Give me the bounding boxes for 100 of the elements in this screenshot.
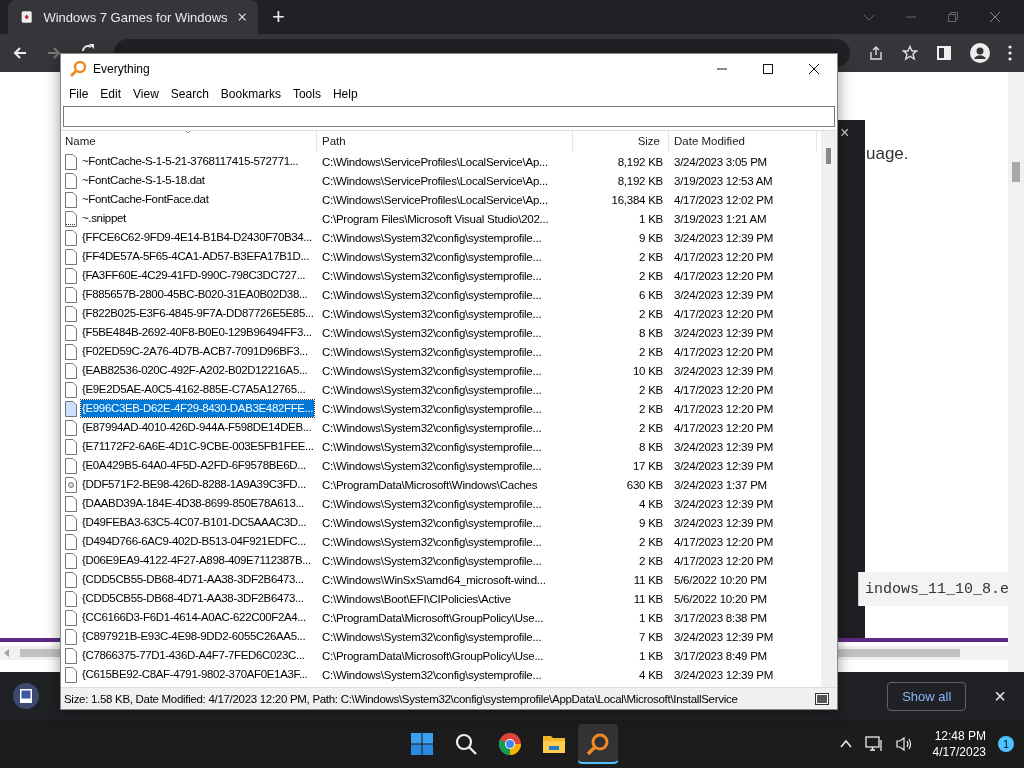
menu-item[interactable]: Tools	[286, 86, 327, 101]
profile-icon[interactable]	[970, 43, 990, 63]
network-icon[interactable]	[864, 736, 883, 752]
vertical-scrollbar[interactable]	[821, 131, 837, 687]
menu-item[interactable]: View	[127, 86, 165, 101]
status-text: Size: 1.58 KB, Date Modified: 4/17/2023 12:20 PM, Path: C:\Windows\System32\config\systemprofile\AppData\Local\Microsoft\InstallService	[64, 692, 738, 705]
file-size: 630 KB	[625, 478, 664, 491]
file-path: C:\Windows\ServiceProfiles\LocalService\Ap...	[321, 155, 549, 168]
dialog-close-button[interactable]: ×	[840, 124, 850, 142]
column-header[interactable]: Date Modified	[669, 131, 817, 152]
file-row[interactable]: ~FontCache-S-1-5-18.dat C:\Windows\ServiceProfiles\LocalService\Ap... 8,192 KB 3/19/2023 12:53 AM	[61, 171, 821, 190]
file-row[interactable]: {F822B025-E3F6-4845-9F7A-DD87726E5E85... C:\Windows\System32\config\systemprofile... 2 KB 4/17/2023 12:20 PM	[61, 304, 821, 323]
share-icon[interactable]	[868, 45, 884, 61]
file-row[interactable]: {EAB82536-020C-492F-A202-B02D12216A5... C:\Windows\System32\config\systemprofile... 10 KB 3/24/2023 12:39 PM	[61, 361, 821, 380]
file-icon	[65, 419, 77, 436]
back-icon[interactable]	[12, 45, 28, 61]
file-row[interactable]: {E9E2D5AE-A0C5-4162-885E-C7A5A12765... C:\Windows\System32\config\systemprofile... 2 KB 4/17/2023 12:20 PM	[61, 380, 821, 399]
date-modified: 4/17/2023 12:20 PM	[673, 345, 775, 358]
file-row[interactable]: {D06E9EA9-4122-4F27-A898-409E7112387B... C:\Windows\System32\config\systemprofile... 2 KB 4/17/2023 12:20 PM	[61, 551, 821, 570]
browser-tab[interactable]: Windows 7 Games for Windows	[8, 0, 258, 34]
close-button[interactable]: ×	[994, 684, 1006, 708]
file-icon	[65, 324, 77, 341]
settings-file-icon	[65, 476, 77, 493]
file-path: C:\Windows\System32\config\systemprofile...	[321, 554, 543, 567]
file-path: C:\Windows\System32\config\systemprofile...	[321, 269, 543, 282]
date-modified: 3/24/2023 12:39 PM	[673, 231, 775, 244]
volume-icon[interactable]	[894, 736, 913, 752]
restore-icon[interactable]	[947, 11, 959, 23]
file-row[interactable]: {E0A429B5-64A0-4F5D-A2FD-6F9578BE6D... C:\Windows\System32\config\systemprofile... 17 KB 3/24/2023 12:39 PM	[61, 456, 821, 475]
more-icon[interactable]	[1008, 45, 1012, 61]
file-row[interactable]: {D49FEBA3-63C5-4C07-B101-DC5AAAC3D... C:\Windows\System32\config\systemprofile... 9 KB 3/24/2023 12:39 PM	[61, 513, 821, 532]
file-row[interactable]: ~FontCache-S-1-5-21-3768117415-572771... C:\Windows\ServiceProfiles\LocalService\Ap... 8,192 KB 3/24/2023 3:05 PM	[61, 152, 821, 171]
menu-item[interactable]: Edit	[94, 86, 128, 101]
file-icon	[65, 191, 77, 208]
file-path: C:\Windows\ServiceProfiles\LocalService\Ap...	[321, 193, 549, 206]
file-row[interactable]: ~FontCache-FontFace.dat C:\Windows\ServiceProfiles\LocalService\Ap... 16,384 KB 4/17/2023 12:02 PM	[61, 190, 821, 209]
close-icon[interactable]	[808, 62, 820, 75]
star-icon[interactable]	[902, 45, 918, 61]
file-row[interactable]: {E71172F2-6A6E-4D1C-9CBE-003E5FB1FEE... C:\Windows\System32\config\systemprofile... 8 KB 3/24/2023 12:39 PM	[61, 437, 821, 456]
file-path: C:\Windows\System32\config\systemprofile...	[321, 421, 543, 434]
file-row[interactable]: {CDD5CB55-DB68-4D71-AA38-3DF2B6473... C:\Windows\Boot\EFI\CIPolicies\Active 11 KB 5/6/2022 10:20 PM	[61, 589, 821, 608]
new-tab-button[interactable]: +	[272, 4, 285, 30]
menu-item[interactable]: Bookmarks	[214, 86, 287, 101]
file-name: ~FontCache-FontFace.dat	[81, 192, 210, 207]
file-icon	[65, 248, 77, 265]
date-modified: 3/24/2023 3:05 PM	[673, 155, 768, 168]
file-row[interactable]: {C897921B-E93C-4E98-9DD2-6055C26AA5... C:\Windows\System32\config\systemprofile... 7 KB 3/24/2023 12:39 PM	[61, 627, 821, 646]
date-modified: 5/6/2022 10:20 PM	[673, 592, 768, 605]
file-row[interactable]: {FFCE6C62-9FD9-4E14-B1B4-D2430F70B34... C:\Windows\System32\config\systemprofile... 9 KB 3/24/2023 12:39 PM	[61, 228, 821, 247]
file-size: 2 KB	[638, 250, 664, 263]
file-name: ~.snippet	[81, 211, 127, 226]
preview-pane-icon[interactable]	[815, 692, 829, 705]
file-row[interactable]: {C7866375-77D1-436D-A4F7-7FED6C023C... C:\ProgramData\Microsoft\GroupPolicy\Use... 1 KB 3/17/2023 8:49 PM	[61, 646, 821, 665]
search-field[interactable]	[63, 106, 835, 127]
vertical-scrollbar[interactable]	[1008, 72, 1024, 672]
file-icon	[65, 438, 77, 455]
file-icon	[65, 381, 77, 398]
forward-icon[interactable]	[46, 45, 62, 61]
file-row[interactable]: {DDF571F2-BE98-426D-8288-1A9A39C3FD... C:\ProgramData\Microsoft\Windows\Caches 630 KB 3/24/2023 1:37 PM	[61, 475, 821, 494]
file-path: C:\Windows\System32\config\systemprofile...	[321, 402, 543, 415]
file-path: C:\Windows\System32\config\systemprofile...	[321, 383, 543, 396]
file-row[interactable]: {D494D766-6AC9-402D-B513-04F921EDFC... C:\Windows\System32\config\systemprofile... 2 KB 4/17/2023 12:20 PM	[61, 532, 821, 551]
column-header[interactable]: Size	[573, 131, 669, 152]
file-name: {E9E2D5AE-A0C5-4162-885E-C7A5A12765...	[81, 382, 307, 397]
column-header[interactable]: Path	[317, 131, 573, 152]
file-row[interactable]: {FF4DE57A-5F65-4CA1-AD57-B3EFA17B1D... C:\Windows\System32\config\systemprofile... 2 KB 4/17/2023 12:20 PM	[61, 247, 821, 266]
file-row[interactable]: {C615BE92-C8AF-4791-9802-370AF0E1A3F... C:\Windows\System32\config\systemprofile... 4 KB 3/24/2023 12:39 PM	[61, 665, 821, 684]
file-icon	[65, 362, 77, 379]
side-panel-icon[interactable]	[936, 45, 952, 61]
file-name: {FFCE6C62-9FD9-4E14-B1B4-D2430F70B34...	[81, 230, 313, 245]
file-path: C:\Windows\System32\config\systemprofile...	[321, 288, 543, 301]
file-row[interactable]: {F885657B-2800-45BC-B020-31EA0B02D38... C:\Windows\System32\config\systemprofile... 6 KB 3/24/2023 12:39 PM	[61, 285, 821, 304]
file-row[interactable]: {FA3FF60E-4C29-41FD-990C-798C3DC727... C:\Windows\System32\config\systemprofile... 2 KB 4/17/2023 12:20 PM	[61, 266, 821, 285]
file-row[interactable]: {E87994AD-4010-426D-944A-F598DE14DEB... C:\Windows\System32\config\systemprofile... 2 KB 4/17/2023 12:20 PM	[61, 418, 821, 437]
file-name: {F02ED59C-2A76-4D7B-ACB7-7091D96BF3...	[81, 344, 309, 359]
column-header[interactable]: Name	[61, 131, 317, 152]
file-path: C:\Windows\ServiceProfiles\LocalService\Ap...	[321, 174, 549, 187]
notification-badge[interactable]: 1	[998, 736, 1014, 752]
menu-item[interactable]: File	[63, 86, 95, 101]
date-modified: 4/17/2023 12:20 PM	[673, 554, 775, 567]
file-row[interactable]: {F5BE484B-2692-40F8-B0E0-129B96494FF3... C:\Windows\System32\config\systemprofile... 8 KB 3/24/2023 12:39 PM	[61, 323, 821, 342]
file-row[interactable]: ~.snippet C:\Program Files\Microsoft Visual Studio\202... 1 KB 3/19/2023 1:21 AM	[61, 209, 821, 228]
file-icon	[65, 514, 77, 531]
menu-item[interactable]: Search	[164, 86, 215, 101]
file-name: {E87994AD-4010-426D-944A-F598DE14DEB...	[81, 420, 313, 435]
horizontal-scrollbar[interactable]	[838, 646, 1008, 660]
archive-icon[interactable]	[12, 682, 40, 710]
file-row[interactable]: {CC6166D3-F6D1-4614-A0AC-622C00F2A4... C:\ProgramData\Microsoft\GroupPolicy\Use... 1 KB 3/17/2023 8:38 PM	[61, 608, 821, 627]
file-row[interactable]: {E996C3EB-D62E-4F29-8430-DAB3E482FFE... C:\Windows\System32\config\systemprofile... 2 KB 4/17/2023 12:20 PM	[61, 399, 821, 418]
show-all-button[interactable]: Show all	[887, 681, 967, 711]
file-row[interactable]: {F02ED59C-2A76-4D7B-ACB7-7091D96BF3... C:\Windows\System32\config\systemprofile... 2 KB 4/17/2023 12:20 PM	[61, 342, 821, 361]
clock[interactable]: 12:48 PM 4/17/2023	[932, 728, 986, 760]
taskbar-button[interactable]	[578, 724, 618, 764]
file-icon	[65, 533, 77, 550]
maximize-icon[interactable]	[762, 62, 774, 75]
file-row[interactable]: {CDD5CB55-DB68-4D71-AA38-3DF2B6473... C:\Windows\WinSxS\amd64_microsoft-wind... 11 KB 5/6/2022 10:20 PM	[61, 570, 821, 589]
date-modified: 3/24/2023 12:39 PM	[673, 326, 775, 339]
menu-item[interactable]: Help	[326, 86, 364, 101]
file-row[interactable]: {DAABD39A-184E-4D38-8699-850E78A613... C:\Windows\System32\config\systemprofile... 4 KB 3/24/2023 12:39 PM	[61, 494, 821, 513]
file-path: C:\Windows\System32\config\systemprofile...	[321, 345, 543, 358]
